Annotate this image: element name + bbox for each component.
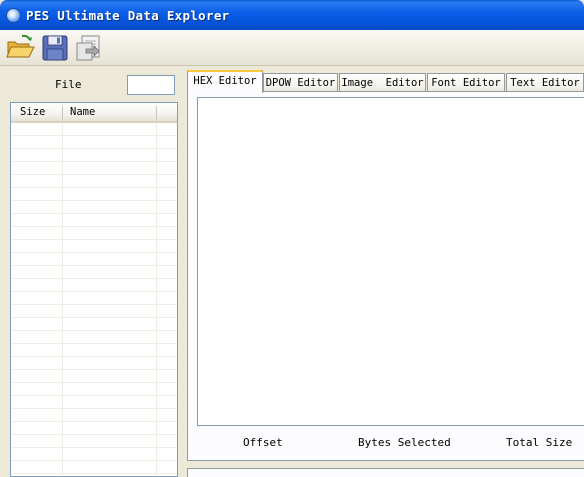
list-row[interactable] — [11, 175, 177, 188]
list-row[interactable] — [11, 214, 177, 227]
toolbar — [0, 30, 584, 66]
export-icon — [76, 35, 100, 61]
list-row[interactable] — [11, 188, 177, 201]
list-row[interactable] — [11, 344, 177, 357]
export-button[interactable] — [74, 33, 104, 63]
list-row[interactable] — [11, 305, 177, 318]
tab-image-editor[interactable]: Image Editor — [339, 73, 426, 92]
total-size-label: Total Size — [506, 436, 573, 449]
hex-view[interactable] — [197, 97, 584, 426]
list-row[interactable] — [11, 370, 177, 383]
list-row[interactable] — [11, 383, 177, 396]
list-row[interactable] — [11, 461, 177, 474]
tab-hex-editor[interactable]: HEX Editor — [187, 70, 263, 93]
list-row[interactable] — [11, 123, 177, 136]
column-separator[interactable] — [156, 106, 157, 120]
bytes-selected-label: Bytes Selected — [358, 436, 451, 449]
list-row[interactable] — [11, 162, 177, 175]
bottom-panel — [187, 468, 584, 477]
list-row[interactable] — [11, 279, 177, 292]
open-folder-icon — [6, 34, 35, 58]
column-separator[interactable] — [62, 106, 63, 120]
list-row[interactable] — [11, 318, 177, 331]
list-row[interactable] — [11, 396, 177, 409]
list-row[interactable] — [11, 331, 177, 344]
tab-strip: HEX Editor DPOW Editor Image Editor Font… — [187, 70, 584, 93]
file-panel: File Size Name — [0, 66, 184, 477]
open-button[interactable] — [5, 33, 35, 63]
offset-label: Offset — [243, 436, 283, 449]
list-row[interactable] — [11, 422, 177, 435]
list-row[interactable] — [11, 227, 177, 240]
column-header-size[interactable]: Size — [20, 106, 45, 118]
list-row[interactable] — [11, 201, 177, 214]
column-header-name[interactable]: Name — [70, 106, 95, 118]
app-icon[interactable] — [6, 8, 21, 23]
window-title: PES Ultimate Data Explorer — [26, 8, 230, 23]
title-bar[interactable]: PES Ultimate Data Explorer — [0, 0, 584, 30]
list-header: Size Name — [11, 103, 177, 123]
tab-dpow-editor[interactable]: DPOW Editor — [263, 73, 338, 92]
list-row[interactable] — [11, 149, 177, 162]
file-field[interactable] — [127, 75, 175, 95]
list-row[interactable] — [11, 292, 177, 305]
list-row[interactable] — [11, 266, 177, 279]
list-row[interactable] — [11, 409, 177, 422]
save-icon — [42, 35, 68, 61]
file-list[interactable]: Size Name — [10, 102, 178, 477]
list-row[interactable] — [11, 357, 177, 370]
hex-editor-panel: Offset Bytes Selected Total Size — [187, 91, 584, 461]
tab-font-editor[interactable]: Font Editor — [427, 73, 505, 92]
tab-text-editor[interactable]: Text Editor — [506, 73, 584, 92]
list-row[interactable] — [11, 136, 177, 149]
list-row[interactable] — [11, 253, 177, 266]
list-rows — [11, 123, 177, 474]
file-label: File — [55, 78, 82, 91]
list-row[interactable] — [11, 435, 177, 448]
list-row[interactable] — [11, 240, 177, 253]
list-row[interactable] — [11, 448, 177, 461]
save-button[interactable] — [40, 33, 70, 63]
